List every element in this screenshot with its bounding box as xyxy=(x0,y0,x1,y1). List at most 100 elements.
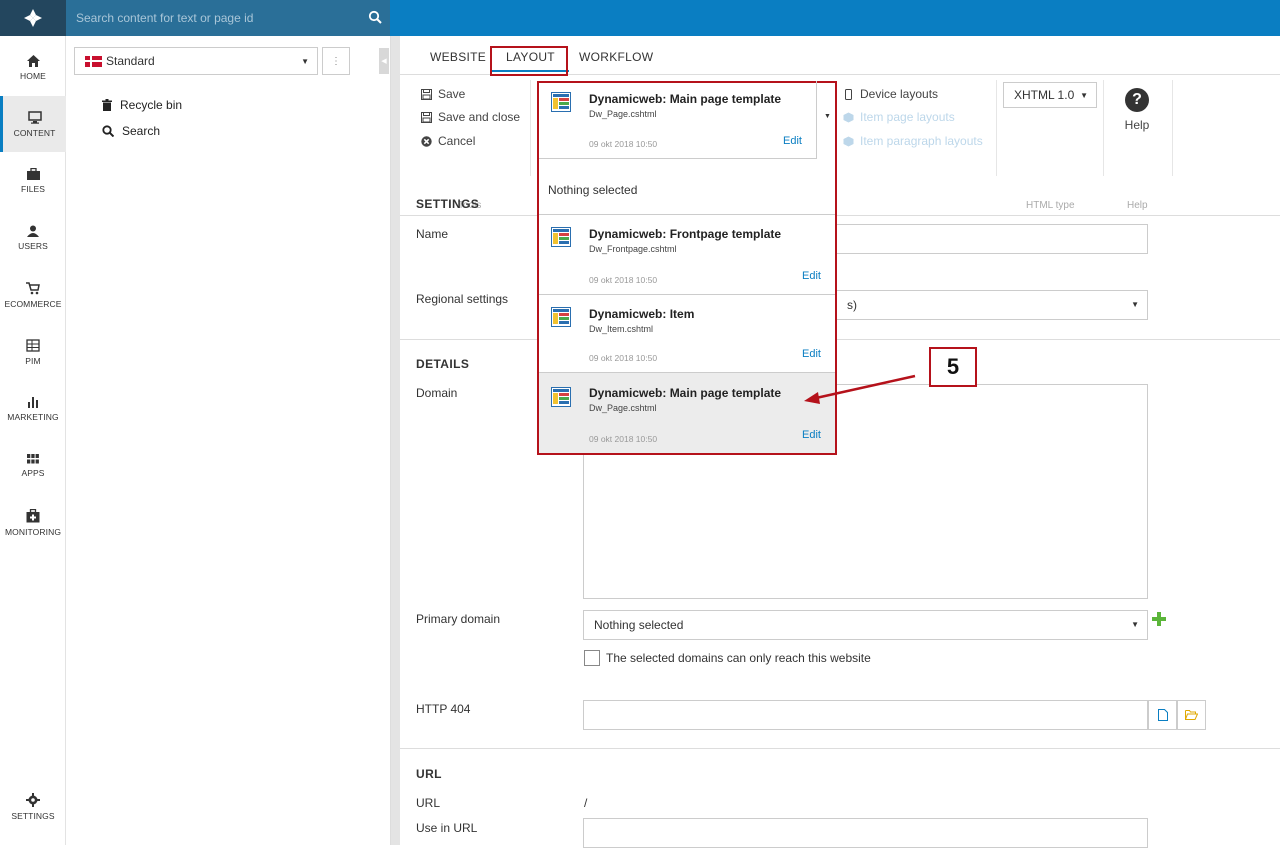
save-button[interactable]: Save xyxy=(420,87,465,101)
dynamicweb-logo-icon xyxy=(24,9,42,27)
html-type-select[interactable]: XHTML 1.0 ▼ xyxy=(1003,82,1097,108)
tree-item-recycle-bin[interactable]: Recycle bin xyxy=(102,96,182,114)
monitor-icon xyxy=(27,110,42,124)
section-divider xyxy=(400,339,1280,340)
help-button[interactable]: ? Help xyxy=(1122,88,1152,132)
save-label: Save xyxy=(438,87,466,101)
search-icon xyxy=(102,125,114,137)
details-section-title: DETAILS xyxy=(416,357,470,371)
save-and-close-button[interactable]: Save and close xyxy=(420,110,520,124)
nav-monitoring-label: MONITORING xyxy=(4,527,62,537)
ribbon-separator xyxy=(530,80,531,176)
use-in-url-label: Use in URL xyxy=(416,821,478,835)
item-paragraph-layouts-button[interactable]: Item paragraph layouts xyxy=(842,134,983,148)
tab-layout[interactable]: LAYOUT xyxy=(492,46,569,72)
template-thumbnail-icon xyxy=(551,92,571,112)
tab-website[interactable]: WEBSITE xyxy=(430,50,486,64)
nav-files[interactable]: FILES xyxy=(0,153,66,209)
url-value: / xyxy=(584,796,588,810)
section-divider xyxy=(400,748,1280,749)
search-input[interactable] xyxy=(66,0,366,36)
item-paragraph-layouts-label: Item paragraph layouts xyxy=(860,134,983,148)
add-domain-plus-icon[interactable] xyxy=(1152,612,1166,626)
settings-section-title: SETTINGS xyxy=(416,197,480,211)
main-navigation: HOME CONTENT FILES USERS ECOMMERCE PIM M… xyxy=(0,36,66,845)
domain-label: Domain xyxy=(416,386,458,400)
layout-item-date: 09 okt 2018 10:50 xyxy=(589,434,658,444)
gear-icon xyxy=(26,793,40,807)
bar-chart-icon xyxy=(28,397,38,408)
edit-layout-link[interactable]: Edit xyxy=(802,270,821,282)
collapse-panel-handle[interactable]: ◀ xyxy=(379,48,389,74)
user-icon xyxy=(27,225,39,237)
nav-pim[interactable]: PIM xyxy=(0,324,66,380)
top-bar xyxy=(0,0,1280,36)
use-in-url-input[interactable] xyxy=(583,818,1148,848)
primary-domain-select[interactable]: Nothing selected ▼ xyxy=(583,610,1148,640)
layout-dropdown-toggle[interactable]: ▼ xyxy=(816,81,838,157)
nav-ecommerce[interactable]: ECOMMERCE xyxy=(0,267,66,323)
regional-settings-select[interactable]: s) ▼ xyxy=(836,290,1148,320)
primary-domain-value: Nothing selected xyxy=(594,618,684,632)
tree-options-button[interactable]: ⋮ xyxy=(322,47,350,75)
domain-restriction-checkbox[interactable] xyxy=(584,650,600,666)
regional-settings-label: Regional settings xyxy=(416,292,509,306)
nav-content[interactable]: CONTENT xyxy=(0,96,66,152)
edit-layout-link[interactable]: Edit xyxy=(802,348,821,360)
nav-files-label: FILES xyxy=(20,184,46,194)
panel-splitter[interactable] xyxy=(391,36,400,845)
floppy-disk-icon xyxy=(420,88,432,100)
layout-option[interactable]: Dynamicweb: Frontpage template Dw_Frontp… xyxy=(539,215,835,295)
html-type-group-label: HTML type xyxy=(1026,200,1075,211)
chevron-down-icon: ▼ xyxy=(1131,620,1139,629)
nav-marketing[interactable]: MARKETING xyxy=(0,381,66,437)
cancel-button[interactable]: Cancel xyxy=(420,134,475,148)
nav-users[interactable]: USERS xyxy=(0,210,66,266)
nav-settings[interactable]: SETTINGS xyxy=(0,779,66,835)
item-page-layouts-label: Item page layouts xyxy=(860,110,955,124)
primary-domain-label: Primary domain xyxy=(416,612,501,626)
nav-monitoring[interactable]: MONITORING xyxy=(0,495,66,551)
global-search xyxy=(66,0,390,36)
home-icon xyxy=(26,55,40,67)
floppy-disk-icon xyxy=(420,111,432,123)
mobile-device-icon xyxy=(842,88,854,100)
name-label: Name xyxy=(416,227,449,241)
name-input[interactable] xyxy=(836,224,1148,254)
selected-layout-item[interactable]: Dynamicweb: Main page template Dw_Page.c… xyxy=(539,83,817,159)
tab-workflow[interactable]: WORKFLOW xyxy=(579,50,653,64)
layout-item-title: Dynamicweb: Item xyxy=(589,307,695,321)
tree-item-label: Recycle bin xyxy=(120,98,183,112)
nav-home[interactable]: HOME xyxy=(0,40,66,96)
edit-layout-link[interactable]: Edit xyxy=(802,429,821,441)
new-file-button[interactable] xyxy=(1148,700,1177,730)
trash-icon xyxy=(102,99,112,111)
browse-folder-button[interactable] xyxy=(1177,700,1206,730)
tab-bar: WEBSITE LAYOUT WORKFLOW xyxy=(400,36,1280,76)
apps-grid-icon xyxy=(27,454,39,464)
edit-layout-link[interactable]: Edit xyxy=(783,135,802,147)
search-icon[interactable] xyxy=(368,10,382,24)
nav-apps-label: APPS xyxy=(21,468,45,478)
layout-item-date: 09 okt 2018 10:50 xyxy=(589,139,658,149)
domain-restriction-label: The selected domains can only reach this… xyxy=(606,651,871,665)
tree-item-search[interactable]: Search xyxy=(102,122,160,140)
ribbon-separator xyxy=(1172,80,1173,176)
website-selector-value: Standard xyxy=(106,54,155,68)
main-panel: WEBSITE LAYOUT WORKFLOW Save Save and cl… xyxy=(400,36,1280,848)
logo[interactable] xyxy=(0,0,66,36)
device-layouts-label: Device layouts xyxy=(860,87,939,101)
tree-item-label: Search xyxy=(122,124,161,138)
device-layouts-button[interactable]: Device layouts xyxy=(842,87,938,101)
website-selector[interactable]: Standard ▼ xyxy=(74,47,318,75)
nothing-selected-option[interactable]: Nothing selected xyxy=(539,159,835,215)
pim-icon xyxy=(26,338,40,352)
layout-item-file: Dw_Page.cshtml xyxy=(589,403,657,413)
http404-input[interactable] xyxy=(583,700,1148,730)
nav-apps[interactable]: APPS xyxy=(0,438,66,494)
step-callout: 5 xyxy=(929,347,977,387)
nav-pim-label: PIM xyxy=(25,355,41,366)
item-page-layouts-button[interactable]: Item page layouts xyxy=(842,110,955,124)
layout-item-date: 09 okt 2018 10:50 xyxy=(589,275,658,285)
nav-content-label: CONTENT xyxy=(13,127,56,138)
